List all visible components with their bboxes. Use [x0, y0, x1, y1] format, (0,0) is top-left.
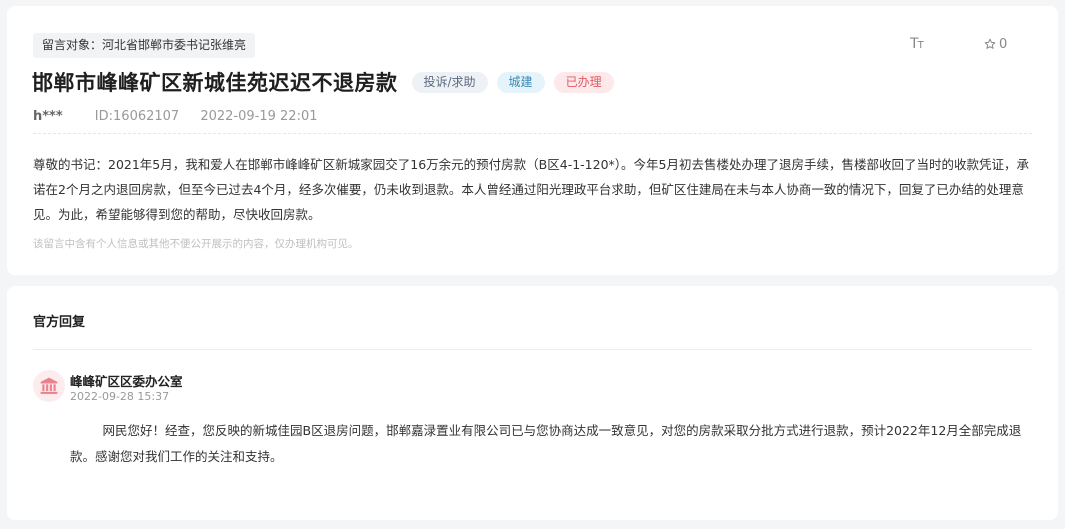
privacy-note: 该留言中含有个人信息或其他不便公开展示的内容，仅办理机构可见。 — [33, 238, 359, 250]
message-card: 留言对象：河北省邯郸市委书记张维亮 TT 0 邯郸市峰峰矿区新城佳苑迟迟不退房款… — [7, 6, 1058, 275]
star-outline-icon — [984, 38, 996, 49]
reply-card: 官方回复 峰峰矿区区委办公室 2022-09-28 15:37 网民您好！经查，… — [7, 286, 1058, 520]
message-user: h*** — [33, 109, 63, 124]
avatar — [33, 370, 65, 402]
status-badge: 已办理 — [553, 71, 614, 93]
favorite-button[interactable]: 0 — [984, 37, 1007, 52]
divider — [33, 349, 1032, 350]
title-row: 邯郸市峰峰矿区新城佳苑迟迟不退房款 投诉/求助 城建 已办理 — [32, 66, 623, 98]
reply-content: 网民您好！经查，您反映的新城佳园B区退房问题，邯郸嘉渌置业有限公司已与您协商达成… — [70, 423, 1022, 464]
message-content: 尊敬的书记：2021年5月，我和爱人在邯郸市峰峰矿区新城家园交了16万余元的预付… — [33, 157, 1029, 222]
reply-time: 2022-09-28 15:37 — [70, 390, 170, 403]
reply-org-name: 峰峰矿区区委办公室 — [70, 374, 183, 389]
favorite-count: 0 — [999, 37, 1008, 52]
font-size-icon: T — [910, 36, 919, 52]
page-title: 邯郸市峰峰矿区新城佳苑迟迟不退房款 — [32, 71, 398, 95]
government-building-icon — [40, 377, 58, 394]
font-size-button[interactable]: TT — [910, 36, 924, 52]
tag-type: 投诉/求助 — [411, 71, 488, 93]
message-id: ID:16062107 — [94, 109, 180, 124]
divider — [33, 133, 1032, 134]
reply-section-title: 官方回复 — [33, 315, 86, 330]
message-target: 留言对象：河北省邯郸市委书记张维亮 — [33, 33, 256, 58]
message-meta: h*** ID:16062107 2022-09-19 22:01 — [33, 109, 318, 124]
message-datetime: 2022-09-19 22:01 — [200, 109, 318, 124]
tag-category: 城建 — [496, 71, 545, 93]
